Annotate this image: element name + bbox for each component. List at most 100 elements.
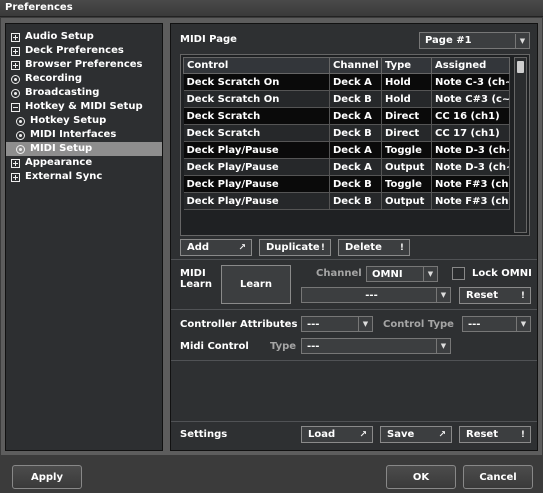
tree-item-appearance[interactable]: Appearance bbox=[6, 156, 162, 170]
midi-control-type-value: --- bbox=[307, 340, 320, 352]
column-header-type[interactable]: Type bbox=[381, 57, 432, 74]
tree-item-audio-setup[interactable]: Audio Setup bbox=[6, 30, 162, 44]
tree-item-midi-interfaces[interactable]: MIDI Interfaces bbox=[6, 128, 162, 142]
preferences-frame: Audio Setup Deck Preferences Browser Prefe… bbox=[1, 18, 542, 455]
chevron-down-icon: ▼ bbox=[436, 288, 450, 302]
tree-item-label: Hotkey Setup bbox=[30, 115, 107, 126]
cell-assigned: CC 17 (ch1) bbox=[431, 124, 510, 142]
cell-channel: Deck A bbox=[329, 107, 382, 125]
tree-item-label: Broadcasting bbox=[25, 87, 100, 98]
tree-item-label: MIDI Interfaces bbox=[30, 129, 117, 140]
duplicate-button[interactable]: Duplicate ! bbox=[259, 239, 331, 256]
midi-learn-label: MIDI Learn bbox=[180, 268, 212, 290]
tree-item-label: Appearance bbox=[25, 157, 93, 168]
exclamation-icon: ! bbox=[399, 242, 404, 253]
tree-item-broadcasting[interactable]: Broadcasting bbox=[6, 86, 162, 100]
settings-label: Settings bbox=[180, 429, 228, 440]
column-header-channel[interactable]: Channel bbox=[329, 57, 382, 74]
learn-reset-button[interactable]: Reset ! bbox=[459, 287, 531, 304]
controller-attributes-value: --- bbox=[307, 318, 320, 330]
tree-item-external-sync[interactable]: External Sync bbox=[6, 170, 162, 184]
lock-omni-checkbox[interactable] bbox=[452, 267, 465, 280]
midi-page-select[interactable]: Page #1 ▼ bbox=[419, 32, 530, 49]
tree-item-deck-preferences[interactable]: Deck Preferences bbox=[6, 44, 162, 58]
expand-plus-icon[interactable] bbox=[11, 60, 20, 70]
cell-channel: Deck A bbox=[329, 141, 382, 159]
delete-button-label: Delete bbox=[345, 242, 382, 253]
exclamation-icon: ! bbox=[520, 429, 525, 440]
tree-item-recording[interactable]: Recording bbox=[6, 72, 162, 86]
channel-select[interactable]: OMNI ▼ bbox=[366, 266, 438, 282]
cell-control: Deck Play/Pause bbox=[183, 175, 330, 193]
table-row[interactable]: Deck Scratch Deck B Direct CC 17 (ch1) bbox=[183, 124, 510, 142]
cell-type: Direct bbox=[381, 124, 432, 142]
load-button[interactable]: Load ↗ bbox=[301, 426, 373, 443]
table-row[interactable]: Deck Play/Pause Deck B Output Note F#3 (ch~ bbox=[183, 192, 510, 210]
learn-assignment-select[interactable]: --- ▼ bbox=[301, 287, 451, 303]
expand-plus-icon[interactable] bbox=[11, 158, 20, 168]
cell-type: Hold bbox=[381, 90, 432, 108]
cancel-button[interactable]: Cancel bbox=[463, 465, 533, 489]
table-row[interactable]: Deck Scratch On Deck A Hold Note C-3 (ch~ bbox=[183, 73, 510, 91]
radio-dot-icon[interactable] bbox=[16, 144, 25, 154]
midi-control-type-select[interactable]: --- ▼ bbox=[301, 338, 451, 354]
learn-assignment-value: --- bbox=[365, 289, 378, 301]
tree-item-hotkey-midi-setup[interactable]: Hotkey & MIDI Setup bbox=[6, 100, 162, 114]
cell-type: Toggle bbox=[381, 175, 432, 193]
cell-control: Deck Play/Pause bbox=[183, 158, 330, 176]
expand-plus-icon[interactable] bbox=[11, 32, 20, 42]
expand-plus-icon[interactable] bbox=[11, 46, 20, 56]
collapse-minus-icon[interactable] bbox=[11, 102, 20, 112]
cell-assigned: CC 16 (ch1) bbox=[431, 107, 510, 125]
table-row[interactable]: Deck Play/Pause Deck A Output Note D-3 (ch~ bbox=[183, 158, 510, 176]
divider bbox=[171, 421, 537, 422]
ok-button[interactable]: OK bbox=[386, 465, 456, 489]
radio-dot-icon[interactable] bbox=[16, 116, 25, 126]
table-row[interactable]: Deck Scratch On Deck B Hold Note C#3 (c~ bbox=[183, 90, 510, 108]
table-scrollbar[interactable] bbox=[514, 57, 527, 233]
arrow-up-right-icon: ↗ bbox=[238, 242, 246, 253]
column-header-assigned[interactable]: Assigned bbox=[431, 57, 510, 74]
tree-item-midi-setup[interactable]: MIDI Setup bbox=[6, 142, 162, 156]
chevron-down-icon: ▼ bbox=[516, 317, 530, 331]
midi-setup-panel: MIDI Page Page #1 ▼ Control Channel Type… bbox=[170, 23, 538, 451]
tree-item-hotkey-setup[interactable]: Hotkey Setup bbox=[6, 114, 162, 128]
table-row[interactable]: Deck Play/Pause Deck A Toggle Note D-3 (ch~ bbox=[183, 141, 510, 159]
cell-assigned: Note F#3 (ch~ bbox=[431, 175, 510, 193]
control-type-select[interactable]: --- ▼ bbox=[462, 316, 531, 332]
apply-button[interactable]: Apply bbox=[12, 465, 82, 489]
save-button[interactable]: Save ↗ bbox=[380, 426, 452, 443]
expand-plus-icon[interactable] bbox=[11, 172, 20, 182]
divider bbox=[171, 309, 537, 310]
settings-reset-button[interactable]: Reset ! bbox=[459, 426, 531, 443]
learn-button[interactable]: Learn bbox=[221, 265, 291, 304]
column-header-control[interactable]: Control bbox=[183, 57, 330, 74]
radio-dot-icon[interactable] bbox=[11, 88, 20, 98]
controller-attributes-select[interactable]: --- ▼ bbox=[301, 316, 373, 332]
table-row[interactable]: Deck Scratch Deck A Direct CC 16 (ch1) bbox=[183, 107, 510, 125]
midi-learn-label-line1: MIDI bbox=[180, 268, 206, 279]
cell-channel: Deck B bbox=[329, 90, 382, 108]
radio-dot-icon[interactable] bbox=[16, 130, 25, 140]
cell-assigned: Note D-3 (ch~ bbox=[431, 141, 510, 159]
tree-item-label: External Sync bbox=[25, 171, 103, 182]
radio-dot-icon[interactable] bbox=[11, 74, 20, 84]
midi-learn-label-line2: Learn bbox=[180, 279, 212, 290]
add-button[interactable]: Add ↗ bbox=[180, 239, 252, 256]
delete-button[interactable]: Delete ! bbox=[338, 239, 410, 256]
cell-assigned: Note D-3 (ch~ bbox=[431, 158, 510, 176]
tree-item-label: Recording bbox=[25, 73, 83, 84]
midi-page-label: MIDI Page bbox=[180, 34, 237, 45]
preferences-tree: Audio Setup Deck Preferences Browser Prefe… bbox=[5, 23, 163, 451]
tree-item-label: Hotkey & MIDI Setup bbox=[25, 101, 143, 112]
channel-value: OMNI bbox=[372, 268, 403, 280]
tree-item-label: Deck Preferences bbox=[25, 45, 124, 56]
arrow-up-right-icon: ↗ bbox=[438, 429, 446, 440]
exclamation-icon: ! bbox=[320, 242, 325, 253]
midi-mapping-table: Control Channel Type Assigned Deck Scrat… bbox=[183, 57, 510, 210]
table-row[interactable]: Deck Play/Pause Deck B Toggle Note F#3 (ch~ bbox=[183, 175, 510, 193]
midi-page-value: Page #1 bbox=[425, 35, 472, 46]
chevron-down-icon: ▼ bbox=[436, 339, 450, 353]
tree-item-browser-preferences[interactable]: Browser Preferences bbox=[6, 58, 162, 72]
scrollbar-thumb[interactable] bbox=[517, 61, 524, 73]
